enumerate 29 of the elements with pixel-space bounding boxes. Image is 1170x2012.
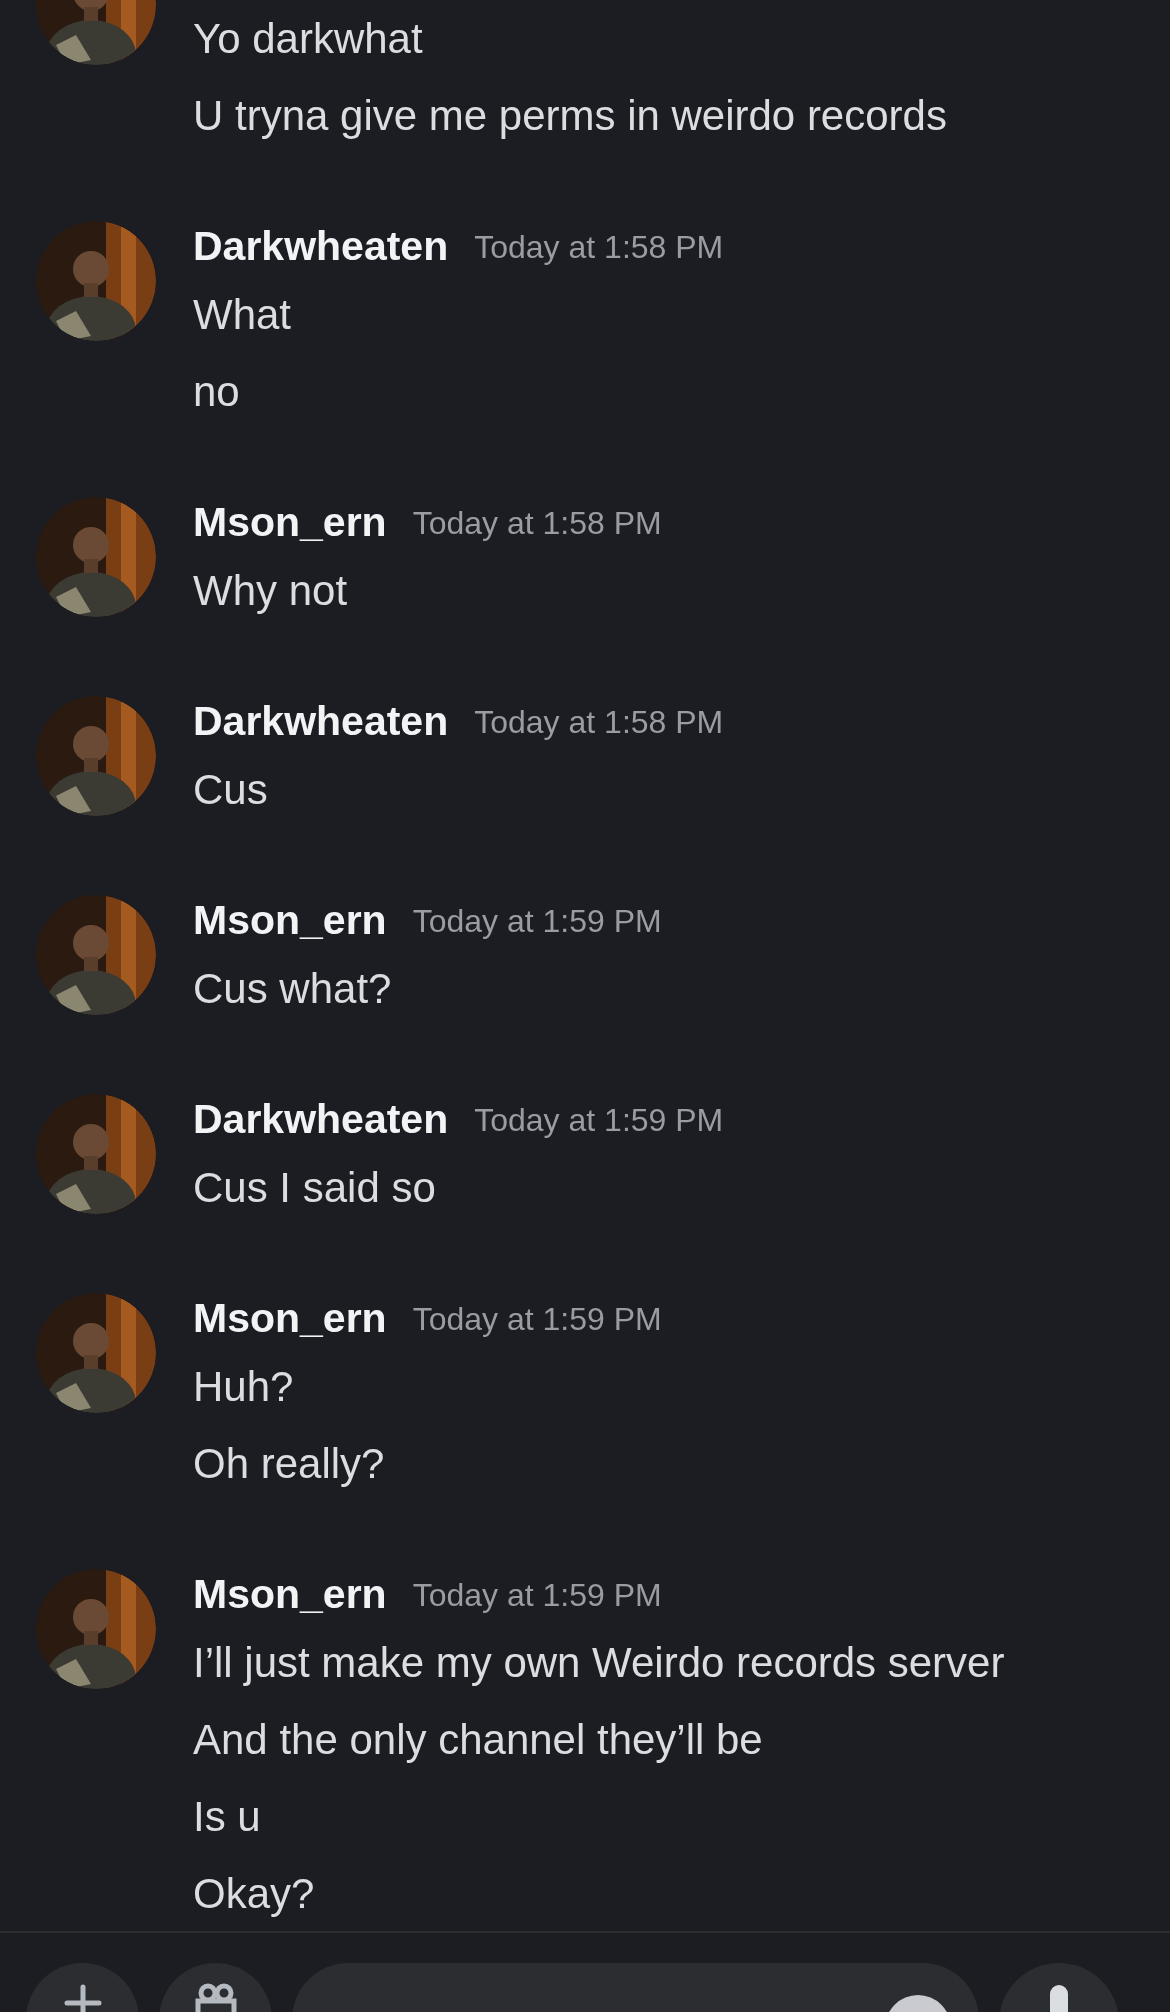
author-name[interactable]: Mson_ern (193, 1288, 387, 1350)
author-name[interactable]: Darkwheaten (193, 216, 449, 278)
message-text: Is u (193, 1792, 262, 1842)
timestamp: Today at 1:58 PM (412, 504, 662, 543)
message-text: no (193, 367, 241, 417)
plus-icon (62, 1983, 103, 2012)
message-text: Yo darkwhat (193, 14, 424, 64)
message-text: Huh? (193, 1362, 295, 1412)
author-name[interactable]: Darkwheaten (193, 691, 449, 753)
message-text: U tryna give me perms in weirdo records (193, 91, 947, 141)
message-text: Cus I said so (193, 1163, 437, 1213)
message-text: What (193, 290, 293, 340)
message-text: I’ll just make my own Weirdo records server (193, 1638, 1005, 1688)
author-name[interactable]: Mson_ern (193, 890, 387, 952)
message-text: Cus what? (193, 964, 393, 1014)
timestamp: Today at 1:59 PM (412, 1300, 662, 1339)
timestamp: Today at 1:59 PM (474, 1101, 724, 1140)
message-text: Oh really? (193, 1439, 386, 1489)
message-text: Okay? (193, 1869, 316, 1919)
message-text: Why not (193, 566, 349, 616)
author-name[interactable]: Darkwheaten (193, 1089, 449, 1151)
author-name[interactable]: Mson_ern (193, 1564, 387, 1626)
author-name[interactable]: Mson_ern (193, 492, 387, 554)
message-text: Cus (193, 765, 269, 815)
timestamp: Today at 1:59 PM (412, 902, 662, 941)
timestamp: Today at 1:58 PM (474, 703, 724, 742)
message-text: And the only channel they’ll be (193, 1715, 764, 1765)
timestamp: Today at 1:58 PM (474, 228, 724, 267)
timestamp: Today at 1:59 PM (412, 1576, 662, 1615)
